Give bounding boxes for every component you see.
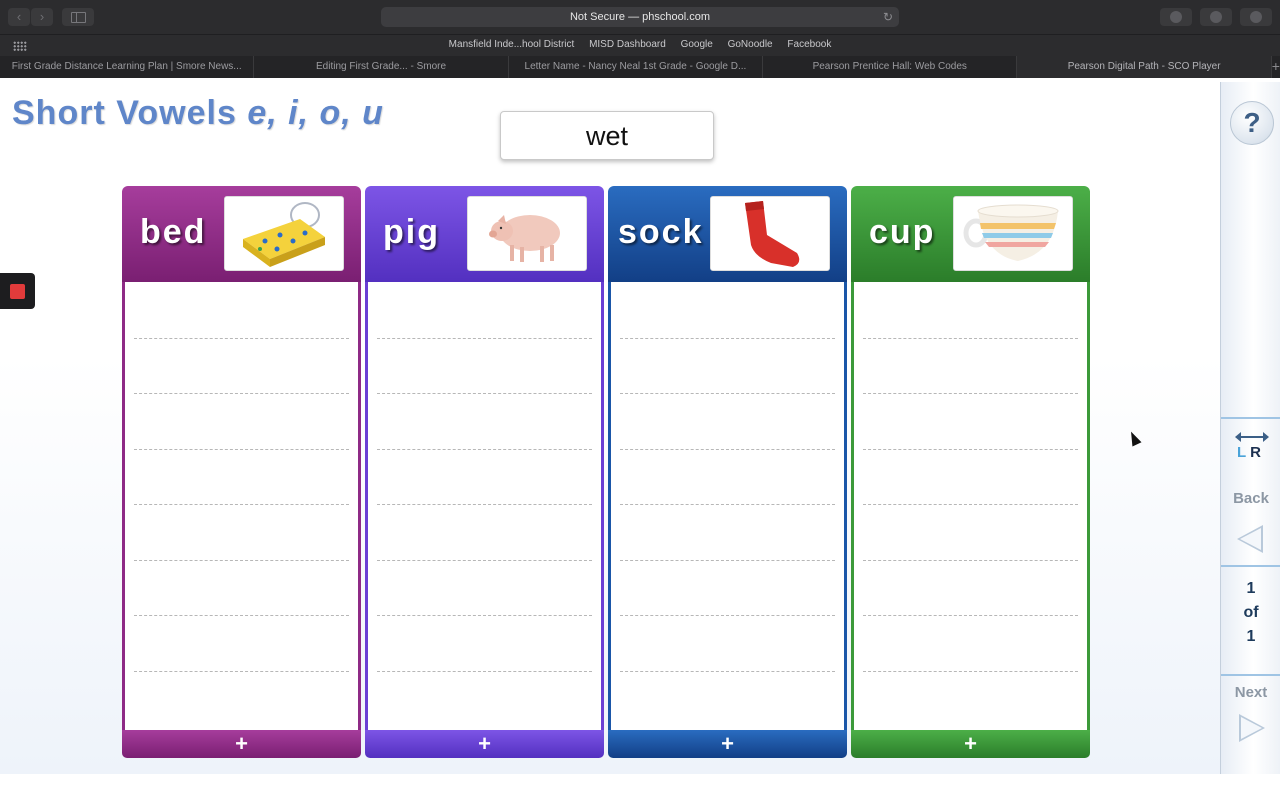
sort-column-sock[interactable]: sock + xyxy=(608,186,847,758)
favorite-mansfield[interactable]: Mansfield Inde...hool District xyxy=(449,39,575,50)
favorites-bar: Mansfield Inde...hool District MISD Dash… xyxy=(0,34,1280,56)
reload-icon[interactable]: ↻ xyxy=(883,7,893,27)
add-button[interactable]: + xyxy=(122,730,361,758)
cup-picture xyxy=(953,196,1073,271)
add-button[interactable]: + xyxy=(608,730,847,758)
page-title: Short Vowels e, i, o, u xyxy=(12,94,384,133)
browser-toolbar: ‹ › Not Secure — phschool.com ↻ xyxy=(0,0,1280,34)
activity-page: Short Vowels e, i, o, u wet bed + pig + … xyxy=(0,78,1280,774)
sock-picture xyxy=(710,196,830,271)
back-button[interactable]: Back xyxy=(1221,482,1280,567)
record-button[interactable] xyxy=(0,273,35,309)
sort-column-pig[interactable]: pig + xyxy=(365,186,604,758)
column-word: bed xyxy=(140,213,207,251)
pig-picture xyxy=(467,196,587,271)
title-vowels: e, i, o, u xyxy=(247,94,384,132)
left-right-toggle-button[interactable]: LR xyxy=(1221,417,1280,469)
page-current: 1 xyxy=(1246,580,1256,597)
sort-column-cup[interactable]: cup + xyxy=(851,186,1090,758)
next-button[interactable]: Next xyxy=(1221,674,1280,754)
share-icon[interactable] xyxy=(1200,8,1232,26)
page-total: 1 xyxy=(1246,628,1256,645)
back-label: Back xyxy=(1233,490,1269,507)
page-bottom xyxy=(0,774,1280,800)
tab-smore-news[interactable]: First Grade Distance Learning Plan | Smo… xyxy=(0,56,255,78)
back-arrow-icon[interactable]: ‹ xyxy=(8,8,30,26)
bed-picture xyxy=(224,196,344,271)
next-label: Next xyxy=(1234,684,1268,701)
lr-left-label: L xyxy=(1237,444,1251,461)
sort-column-bed[interactable]: bed + xyxy=(122,186,361,758)
help-button[interactable]: ? xyxy=(1230,101,1274,145)
column-word: sock xyxy=(618,213,704,251)
favorite-misd-dashboard[interactable]: MISD Dashboard xyxy=(589,39,666,50)
favorite-facebook[interactable]: Facebook xyxy=(787,39,831,50)
tab-sco-player[interactable]: Pearson Digital Path - SCO Player xyxy=(1017,56,1272,78)
back-triangle-icon xyxy=(1237,525,1263,553)
column-header: pig xyxy=(365,186,604,282)
favorite-google[interactable]: Google xyxy=(681,39,713,50)
column-drop-area[interactable] xyxy=(365,282,604,731)
column-drop-area[interactable] xyxy=(851,282,1090,731)
column-word: cup xyxy=(869,213,936,251)
new-tab-icon[interactable]: + xyxy=(1271,56,1280,78)
column-header: sock xyxy=(608,186,847,282)
tabs-overview-icon[interactable] xyxy=(1240,8,1272,26)
tab-letter-name[interactable]: Letter Name - Nancy Neal 1st Grade - Goo… xyxy=(508,56,764,78)
tab-bar: First Grade Distance Learning Plan | Smo… xyxy=(0,56,1280,78)
favorite-gonoodle[interactable]: GoNoodle xyxy=(728,39,773,50)
address-bar[interactable]: Not Secure — phschool.com ↻ xyxy=(381,7,899,27)
next-triangle-icon xyxy=(1239,714,1265,742)
page-indicator: 1 of 1 xyxy=(1221,577,1280,649)
title-main: Short Vowels xyxy=(12,94,237,132)
extension-icon[interactable] xyxy=(1160,8,1192,26)
column-header: cup xyxy=(851,186,1090,282)
stop-icon xyxy=(10,284,25,299)
add-button[interactable]: + xyxy=(851,730,1090,758)
column-header: bed xyxy=(122,186,361,282)
word-card-draggable[interactable]: wet xyxy=(500,111,714,160)
column-word: pig xyxy=(383,213,440,251)
tab-editing-first-grade[interactable]: Editing First Grade... - Smore xyxy=(254,56,509,78)
double-arrow-icon xyxy=(1235,432,1269,442)
lr-right-label: R xyxy=(1250,444,1266,461)
column-drop-area[interactable] xyxy=(608,282,847,731)
forward-arrow-icon[interactable]: › xyxy=(31,8,53,26)
tab-web-codes[interactable]: Pearson Prentice Hall: Web Codes xyxy=(763,56,1018,78)
add-button[interactable]: + xyxy=(365,730,604,758)
address-text: Not Secure — phschool.com xyxy=(569,11,710,23)
sidebar-toggle-icon[interactable] xyxy=(62,8,94,26)
column-drop-area[interactable] xyxy=(122,282,361,731)
right-navigation: ? LR Back 1 of 1 Next xyxy=(1220,82,1280,774)
page-of: of xyxy=(1243,604,1259,621)
